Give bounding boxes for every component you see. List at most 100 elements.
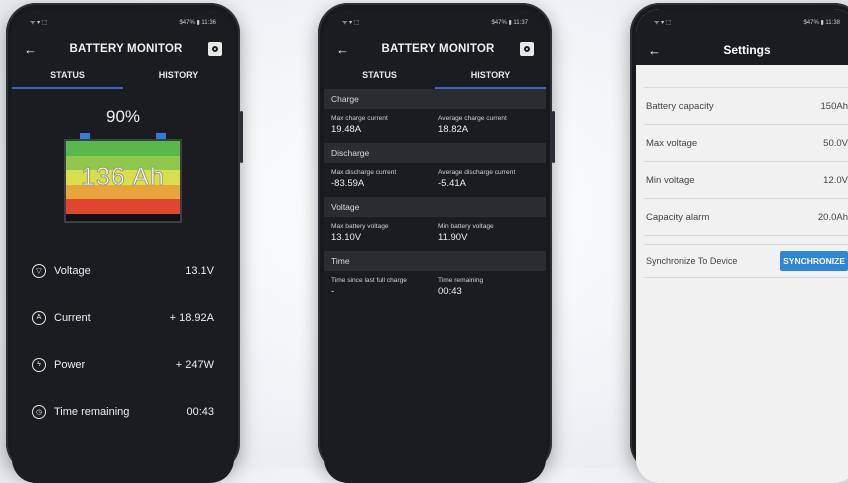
app-bar: ← BATTERY MONITOR [324,35,546,63]
sync-label: Synchronize To Device [646,256,738,266]
metric-current: A Current + 18.92A [12,294,234,341]
metric-value: + 18.92A [169,311,214,324]
metric-label: Current [54,311,91,324]
gear-icon[interactable] [208,42,222,56]
setting-max-voltage[interactable]: Max voltage 50.0V [644,125,848,162]
stat-cell: Time remaining 00:43 [438,277,539,297]
metric-value: + 247W [175,358,214,371]
clock-icon: ◷ [32,404,46,419]
status-bar-left: ᯤ ▾ ⬚ [342,20,360,26]
section-header-discharge: Discharge [324,143,546,163]
back-arrow-icon[interactable]: ← [336,42,356,57]
setting-value: 150Ah [820,100,848,112]
section-row-voltage: Max battery voltage 13.10V Min battery v… [324,217,546,251]
tab-history[interactable]: HISTORY [435,63,546,89]
battery-band [66,199,180,214]
section-row-time: Time since last full charge - Time remai… [324,271,546,305]
stat-value: -5.41A [438,178,466,189]
status-bar-left: ᯤ ▾ ⬚ [654,20,672,26]
tab-bar: STATUS HISTORY [324,63,546,89]
battery-graphic: 136 Ah [64,133,182,223]
metric-value: 00:43 [186,405,214,418]
status-bar-right: $47% ▮ 11:37 [491,19,528,26]
tab-history[interactable]: HISTORY [123,63,234,89]
divider [644,236,848,245]
stat-cell: Average charge current 18.82A [438,115,539,135]
stat-cell: Time since last full charge - [331,277,432,297]
setting-label: Capacity alarm [646,211,710,223]
status-bar-right: $47% ▮ 11:36 [179,19,216,26]
stat-label: Time since last full charge [331,277,407,284]
setting-value: 50.0V [823,137,848,149]
stat-value: 11.90V [438,232,468,243]
status-bar: ᯤ ▾ ⬚ $47% ▮ 11:38 [636,9,848,35]
section-row-discharge: Max discharge current -83.59A Average di… [324,163,546,197]
voltage-icon: ▽ [32,263,46,278]
stat-label: Min battery voltage [438,223,494,230]
gear-icon[interactable] [520,42,534,56]
status-bar: ᯤ ▾ ⬚ $47% ▮ 11:36 [12,9,234,35]
status-screen: ᯤ ▾ ⬚ $47% ▮ 11:36 ← BATTERY MONITOR STA… [12,9,234,483]
setting-label: Min voltage [646,174,695,186]
section-header-charge: Charge [324,89,546,109]
tab-status[interactable]: STATUS [324,63,435,89]
section-header-time: Time [324,251,546,271]
stat-value: - [331,286,335,297]
settings-screen: ᯤ ▾ ⬚ $47% ▮ 11:38 ← Settings Battery ca… [636,9,848,483]
app-title: BATTERY MONITOR [381,43,495,55]
back-arrow-icon[interactable]: ← [648,43,668,58]
stat-label: Max charge current [331,115,388,122]
stat-cell: Min battery voltage 11.90V [438,223,539,243]
side-button [552,111,555,163]
setting-value: 12.0V [823,174,848,186]
metric-label: Power [54,358,86,371]
history-screen: ᯤ ▾ ⬚ $47% ▮ 11:37 ← BATTERY MONITOR STA… [324,9,546,483]
setting-min-voltage[interactable]: Min voltage 12.0V [644,162,848,199]
stat-cell: Max charge current 19.48A [331,115,432,135]
metric-label: Voltage [54,264,91,277]
setting-value: 20.0Ah [817,211,848,223]
tab-status[interactable]: STATUS [12,63,123,89]
stat-value: 19.48A [331,124,362,135]
phone-history: ᯤ ▾ ⬚ $47% ▮ 11:37 ← BATTERY MONITOR STA… [318,3,555,483]
current-icon: A [32,310,46,325]
setting-capacity-alarm[interactable]: Capacity alarm 20.0Ah [644,199,848,236]
stat-cell: Max discharge current -83.59A [331,169,432,189]
charge-percent: 90% [105,107,141,126]
setting-label: Max voltage [646,137,698,149]
stat-label: Average discharge current [438,169,516,176]
side-button [240,111,243,163]
stat-value: -83.59A [331,178,365,189]
metric-voltage: ▽ Voltage 13.1V [12,247,234,294]
sync-row: Synchronize To Device SYNCHRONIZE [644,245,848,278]
stat-value: 18.82A [438,124,469,135]
metric-power: ϟ Power + 247W [12,341,234,388]
battery-capacity-label: 136 Ah [81,163,165,192]
app-bar: ← Settings [636,35,848,65]
phone-settings: ᯤ ▾ ⬚ $47% ▮ 11:38 ← Settings Battery ca… [630,3,848,483]
stat-label: Time remaining [438,277,484,284]
metric-time-remaining: ◷ Time remaining 00:43 [12,388,234,435]
metric-label: Time remaining [54,405,130,418]
back-arrow-icon[interactable]: ← [24,42,44,57]
synchronize-button[interactable]: SYNCHRONIZE [780,251,848,271]
stat-cell: Max battery voltage 13.10V [331,223,432,243]
stat-label: Max battery voltage [331,223,389,230]
stat-label: Average charge current [438,115,507,122]
stat-label: Max discharge current [331,169,397,176]
setting-battery-capacity[interactable]: Battery capacity 150Ah [644,87,848,125]
status-bar-left: ᯤ ▾ ⬚ [30,20,48,26]
battery-band [66,141,180,156]
status-bar-right: $47% ▮ 11:38 [803,19,840,26]
metric-value: 13.1V [185,264,214,277]
stat-value: 13.10V [331,232,362,243]
app-bar: ← BATTERY MONITOR [12,35,234,63]
status-bar: ᯤ ▾ ⬚ $47% ▮ 11:37 [324,9,546,35]
setting-label: Battery capacity [646,100,714,112]
power-icon: ϟ [32,357,46,372]
app-title: BATTERY MONITOR [69,43,183,55]
phone-status: ᯤ ▾ ⬚ $47% ▮ 11:36 ← BATTERY MONITOR STA… [6,3,243,483]
stat-value: 00:43 [438,286,462,297]
section-row-charge: Max charge current 19.48A Average charge… [324,109,546,143]
section-header-voltage: Voltage [324,197,546,217]
